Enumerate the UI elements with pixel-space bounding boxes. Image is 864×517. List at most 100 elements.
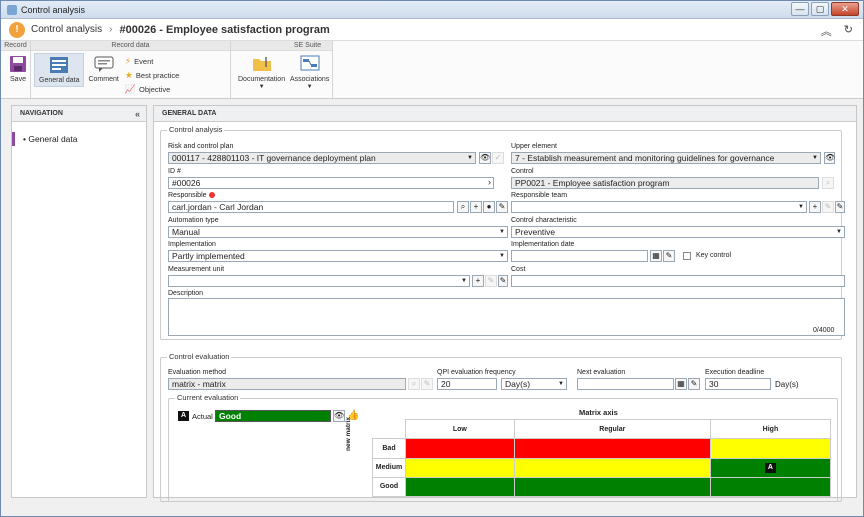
event-button[interactable]: ⚡ Event (125, 55, 185, 67)
refresh-icon[interactable]: ↻ (844, 23, 853, 39)
add-icon[interactable]: + (472, 275, 484, 287)
check-icon: ✓ (492, 152, 504, 164)
id-field[interactable]: #00026 › (168, 177, 494, 189)
comment-button[interactable]: Comment (84, 53, 122, 85)
evaluation-matrix: Low Regular High Bad Medium A Good (372, 418, 832, 498)
nav-item-general-data[interactable]: • General data (12, 132, 146, 146)
close-button[interactable]: ✕ (831, 2, 859, 16)
chevron-down-icon: ▼ (558, 381, 564, 387)
clear-icon: ✎ (421, 378, 433, 390)
responsible-team-select[interactable]: ▼ (511, 201, 807, 213)
binoculars-icon[interactable]: 👁 (479, 152, 491, 164)
general-data-button[interactable]: General data (34, 53, 85, 87)
clear-icon[interactable]: ✎ (835, 201, 845, 213)
collapse-left-icon[interactable]: « (135, 106, 140, 122)
matrix-cell[interactable] (513, 476, 711, 498)
search-icon: ⌕ (408, 378, 420, 390)
chevron-down-icon: ▼ (812, 155, 818, 161)
matrix-cell[interactable] (709, 438, 832, 459)
clear-icon[interactable]: ✎ (688, 378, 700, 390)
chart-icon: 📈 (124, 83, 137, 94)
main-area: NAVIGATION « • General data GENERAL DATA … (9, 105, 857, 510)
matrix-col-header: Regular (513, 418, 711, 440)
objective-button[interactable]: 📈 Objective (125, 83, 185, 95)
user-icon[interactable]: ● (483, 201, 495, 213)
matrix-row-header: Medium (372, 457, 406, 478)
binoculars-icon[interactable]: 👁 (824, 152, 835, 164)
matrix-cell[interactable]: A (709, 457, 832, 478)
edit-icon: ✎ (485, 275, 497, 287)
search-icon: ⌕ (822, 177, 834, 189)
matrix-cell[interactable] (405, 438, 515, 459)
matrix-cell[interactable] (709, 476, 832, 498)
matrix-cell[interactable] (513, 438, 711, 459)
measurement-unit-select[interactable]: ▼ (168, 275, 470, 287)
clear-icon[interactable]: ✎ (498, 275, 508, 287)
evaluation-method-field: matrix - matrix (168, 378, 406, 390)
next-evaluation-field[interactable] (577, 378, 674, 390)
matrix-marker: A (764, 462, 776, 473)
chevron-down-icon: ▼ (306, 84, 313, 90)
required-icon (208, 192, 215, 199)
breadcrumb[interactable]: Control analysis (31, 24, 102, 35)
collapse-up-icon[interactable]: ︽ (821, 23, 832, 39)
title-bar: Control analysis — ▢ ✕ (1, 1, 863, 19)
clear-icon[interactable]: ✎ (496, 201, 508, 213)
vertical-axis-label: new matrix (345, 417, 352, 451)
chevron-down-icon: ▼ (258, 84, 265, 90)
lightning-icon: ⚡ (124, 55, 132, 66)
ribbon-group-se-suite: SE Suite Associations ▼ (283, 41, 333, 98)
matrix-cell[interactable] (513, 457, 711, 478)
risk-plan-select[interactable]: 000117 - 428801103 - IT governance deplo… (168, 152, 476, 164)
add-icon[interactable]: + (470, 201, 482, 213)
best-practice-button[interactable]: ★ Best practice (125, 69, 185, 81)
implementation-select[interactable]: Partly implemented ▼ (168, 250, 508, 262)
add-icon[interactable]: + (809, 201, 821, 213)
window: Control analysis — ▢ ✕ ! Control analysi… (0, 0, 864, 517)
calendar-icon[interactable]: ▦ (650, 250, 662, 262)
upper-element-select[interactable]: 7 - Establish measurement and monitoring… (511, 152, 821, 164)
ribbon-group-record: Record Save (1, 41, 31, 98)
save-icon (10, 56, 26, 72)
general-data-panel: GENERAL DATA Control analysis Risk and c… (153, 105, 857, 502)
key-control-checkbox[interactable] (683, 252, 691, 260)
matrix-cell[interactable] (405, 457, 515, 478)
ribbon-toolbar: Record Save Record data General data Com… (1, 41, 863, 99)
maximize-button[interactable]: ▢ (811, 2, 829, 16)
chevron-right-icon: › (109, 24, 113, 35)
chevron-down-icon: ▼ (499, 253, 505, 259)
page-title: #00026 - Employee satisfaction program (119, 23, 330, 36)
qpi-frequency-field[interactable]: 20 (437, 378, 497, 390)
chevron-down-icon: ▼ (461, 278, 467, 284)
clear-icon[interactable]: ✎ (663, 250, 675, 262)
chevron-down-icon: ▼ (798, 204, 804, 210)
binoculars-icon[interactable]: 👁 (333, 410, 345, 422)
associations-icon (300, 55, 320, 71)
matrix-col-header: Low (405, 418, 515, 440)
warning-icon: ! (9, 21, 25, 38)
cost-field[interactable] (511, 275, 845, 287)
associations-button[interactable]: Associations ▼ (286, 53, 333, 92)
automation-type-select[interactable]: Manual ▼ (168, 226, 508, 238)
save-button[interactable]: Save (4, 53, 32, 85)
current-evaluation-section: Current evaluation A Actual Good 👁 👍 Mat… (168, 393, 838, 502)
documentation-button[interactable]: Documentation ▼ (234, 53, 289, 92)
chevron-down-icon: ▼ (467, 155, 473, 161)
header-bar: ! Control analysis › #00026 - Employee s… (1, 19, 863, 41)
calendar-icon[interactable]: ▦ (675, 378, 687, 390)
folder-clip-icon (252, 57, 271, 71)
window-title: Control analysis (21, 4, 86, 15)
matrix-col-header: High (709, 418, 832, 440)
actual-evaluation-field: Good (215, 410, 331, 422)
description-textarea[interactable] (168, 298, 845, 336)
matrix-row-header: Good (372, 476, 406, 498)
execution-deadline-field[interactable]: 30 (705, 378, 771, 390)
search-icon[interactable]: ⌕ (457, 201, 469, 213)
navigation-panel: NAVIGATION « • General data (11, 105, 147, 498)
matrix-cell[interactable] (405, 476, 515, 498)
implementation-date-field[interactable] (511, 250, 648, 262)
control-characteristic-select[interactable]: Preventive ▼ (511, 226, 845, 238)
minimize-button[interactable]: — (791, 2, 809, 16)
qpi-unit-select[interactable]: Day(s) ▼ (501, 378, 567, 390)
responsible-field[interactable]: carl.jordan - Carl Jordan (168, 201, 454, 213)
